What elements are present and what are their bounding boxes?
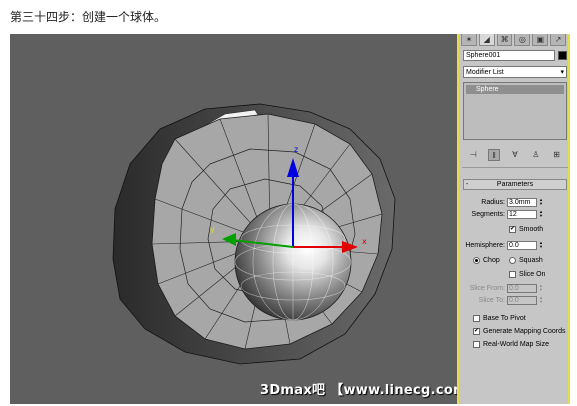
step-caption: 第三十四步：创建一个球体。: [10, 10, 167, 24]
gen-mapping-label: Generate Mapping Coords: [483, 328, 566, 335]
slice-from-label: Slice From:: [469, 285, 505, 292]
create-tab-icon[interactable]: ✶: [461, 34, 477, 46]
slice-from-input[interactable]: 0.0: [507, 284, 537, 293]
gen-mapping-checkbox[interactable]: ✔: [473, 328, 480, 335]
radius-spinner[interactable]: ▲ ▼: [539, 198, 545, 207]
real-world-checkbox[interactable]: [473, 341, 480, 348]
base-to-pivot-checkbox[interactable]: [473, 315, 480, 322]
display-tab-icon[interactable]: ▣: [532, 34, 549, 46]
segments-input[interactable]: 12: [507, 210, 537, 219]
modifier-list-dropdown[interactable]: Modifier List ▾: [463, 66, 567, 78]
radius-row: Radius: 3.0mm ▲ ▼: [459, 197, 570, 208]
command-panel: ✶ ◢ ⌘ ◎ ▣ ↗ Sphere001 Modifier List ▾ Sp…: [457, 34, 570, 404]
chop-squash-row: Chop Squash: [459, 255, 570, 266]
perspective-viewport[interactable]: z x y 3Dmax吧 【www.linecg.com/tieba/1771】: [10, 34, 566, 404]
radius-label: Radius:: [481, 199, 505, 206]
stack-toolbar: ⊣ ‖ ∀ ♙ ⊞: [463, 148, 567, 162]
motion-tab-icon[interactable]: ◎: [514, 34, 531, 46]
divider: [462, 167, 568, 168]
smooth-checkbox[interactable]: ✔: [509, 226, 516, 233]
slice-from-row: Slice From: 0.0 ▲ ▼: [459, 283, 570, 294]
base-to-pivot-label: Base To Pivot: [483, 315, 526, 322]
hemisphere-spinner[interactable]: ▲ ▼: [539, 241, 545, 250]
chevron-down-icon: ▾: [560, 69, 564, 76]
squash-radio[interactable]: [509, 257, 516, 264]
smooth-label: Smooth: [519, 226, 544, 233]
smooth-row: ✔ Smooth: [459, 224, 570, 235]
slice-on-label: Slice On: [519, 271, 546, 278]
configure-modifier-sets-icon[interactable]: ⊞: [551, 149, 563, 161]
segments-spinner[interactable]: ▲ ▼: [539, 210, 545, 219]
svg-text:x: x: [362, 237, 367, 246]
hierarchy-tab-icon[interactable]: ⌘: [496, 34, 513, 46]
object-name-field[interactable]: Sphere001: [463, 50, 555, 61]
slice-on-row: Slice On: [459, 269, 570, 280]
scene-graphic: z x y: [112, 103, 396, 365]
slice-to-spinner[interactable]: ▲ ▼: [539, 296, 545, 305]
hemisphere-input[interactable]: 0.0: [507, 241, 537, 250]
object-name-row: Sphere001: [463, 50, 567, 61]
command-panel-tabs: ✶ ◢ ⌘ ◎ ▣ ↗: [459, 34, 568, 46]
gen-mapping-row: ✔ Generate Mapping Coords: [459, 326, 570, 337]
hemisphere-label: Hemisphere:: [465, 242, 505, 249]
svg-text:y: y: [210, 225, 215, 234]
slice-from-spinner[interactable]: ▲ ▼: [539, 284, 545, 293]
slice-on-checkbox[interactable]: [509, 271, 516, 278]
remove-modifier-icon[interactable]: ♙: [530, 149, 542, 161]
chop-label: Chop: [483, 257, 500, 264]
max-window: z x y 3Dmax吧 【www.linecg.com/tieba/1771】…: [10, 34, 570, 404]
parameters-rollout-header[interactable]: - Parameters: [463, 179, 567, 190]
real-world-row: Real-World Map Size: [459, 339, 570, 350]
radius-input[interactable]: 3.0mm: [507, 198, 537, 207]
collapse-icon: -: [466, 181, 469, 188]
real-world-label: Real-World Map Size: [483, 341, 550, 348]
stack-item-sphere[interactable]: Sphere: [466, 85, 564, 94]
segments-label: Segments:: [471, 211, 505, 218]
show-end-result-icon[interactable]: ‖: [488, 149, 501, 161]
base-to-pivot-row: Base To Pivot: [459, 313, 570, 324]
svg-text:z: z: [294, 145, 298, 154]
slice-to-row: Slice To: 0.0 ▲ ▼: [459, 295, 570, 306]
chop-radio[interactable]: [473, 257, 480, 264]
object-color-swatch[interactable]: [558, 51, 567, 60]
parameters-title: Parameters: [496, 181, 534, 188]
modify-tab-icon[interactable]: ◢: [478, 34, 495, 46]
pin-stack-icon[interactable]: ⊣: [467, 149, 479, 161]
make-unique-icon[interactable]: ∀: [509, 149, 521, 161]
modifier-stack: Sphere: [463, 82, 567, 140]
segments-row: Segments: 12 ▲ ▼: [459, 209, 570, 220]
utilities-tab-icon[interactable]: ↗: [550, 34, 566, 46]
hemisphere-row: Hemisphere: 0.0 ▲ ▼: [459, 240, 570, 251]
slice-to-label: Slice To:: [478, 297, 505, 304]
modifier-list-label: Modifier List: [466, 68, 504, 76]
squash-label: Squash: [519, 257, 543, 264]
slice-to-input[interactable]: 0.0: [507, 296, 537, 305]
